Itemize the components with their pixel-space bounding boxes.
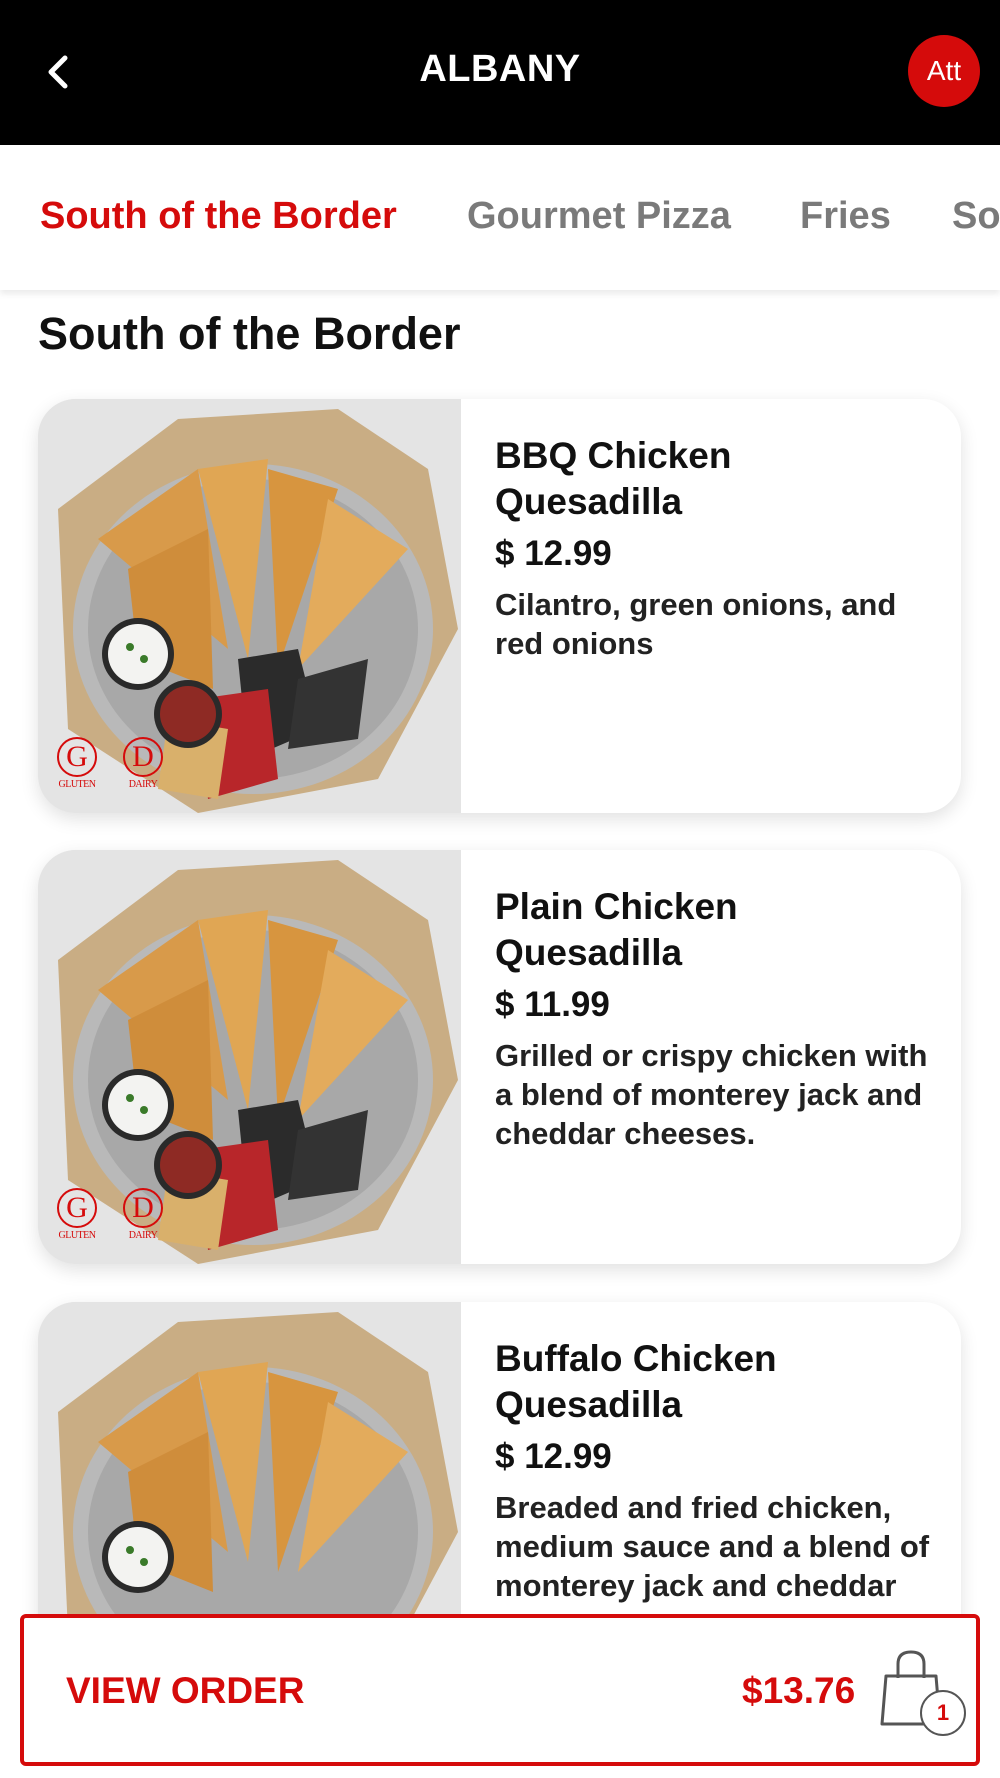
- tab-fries[interactable]: Fries: [800, 195, 891, 238]
- account-avatar[interactable]: Att: [908, 35, 980, 107]
- item-price: $ 12.99: [495, 534, 612, 573]
- item-description: Grilled or crispy chicken with a blend o…: [495, 1038, 928, 1151]
- view-order-button[interactable]: VIEW ORDER $13.76 1: [20, 1614, 980, 1766]
- menu-item-card[interactable]: G GLUTEN D DAIRY BBQ Chicken Quesadilla …: [38, 399, 961, 813]
- item-description: Breaded and fried chicken, medium sauce …: [495, 1490, 930, 1603]
- item-info: Buffalo Chicken Quesadilla $ 12.99 Bread…: [495, 1336, 935, 1605]
- order-total: $13.76: [742, 1670, 856, 1711]
- app-header: ALBANY Att: [0, 0, 1000, 145]
- view-order-label: VIEW ORDER: [66, 1670, 305, 1711]
- item-description: Cilantro, green onions, and red onions: [495, 587, 897, 661]
- menu-item-card[interactable]: G GLUTEN D DAIRY Plain Chicken Quesadill…: [38, 850, 961, 1264]
- item-name: Plain Chicken Quesadilla: [495, 886, 738, 973]
- item-info: Plain Chicken Quesadilla $ 11.99 Grilled…: [495, 884, 935, 1153]
- gluten-free-badge: G GLUTEN: [56, 737, 98, 790]
- tab-gourmet-pizza[interactable]: Gourmet Pizza: [467, 195, 731, 238]
- page-title: ALBANY: [419, 48, 581, 90]
- category-tabs: South of the Border Gourmet Pizza Fries …: [0, 145, 1000, 290]
- cart-bag: 1: [876, 1648, 966, 1738]
- gluten-free-badge: G GLUTEN: [56, 1188, 98, 1241]
- cart-count-badge: 1: [920, 1690, 966, 1736]
- item-name: Buffalo Chicken Quesadilla: [495, 1338, 777, 1425]
- item-price: $ 11.99: [495, 985, 610, 1024]
- tab-south-of-the-border[interactable]: South of the Border: [40, 195, 397, 238]
- item-price: $ 12.99: [495, 1437, 612, 1476]
- item-info: BBQ Chicken Quesadilla $ 12.99 Cilantro,…: [495, 433, 935, 663]
- item-photo: G GLUTEN D DAIRY: [38, 399, 461, 813]
- dairy-free-badge: D DAIRY: [122, 737, 164, 790]
- item-photo: G GLUTEN D DAIRY: [38, 850, 461, 1264]
- tab-partial[interactable]: So: [952, 195, 1000, 238]
- section-title: South of the Border: [38, 308, 461, 359]
- dairy-free-badge: D DAIRY: [122, 1188, 164, 1241]
- item-name: BBQ Chicken Quesadilla: [495, 435, 732, 522]
